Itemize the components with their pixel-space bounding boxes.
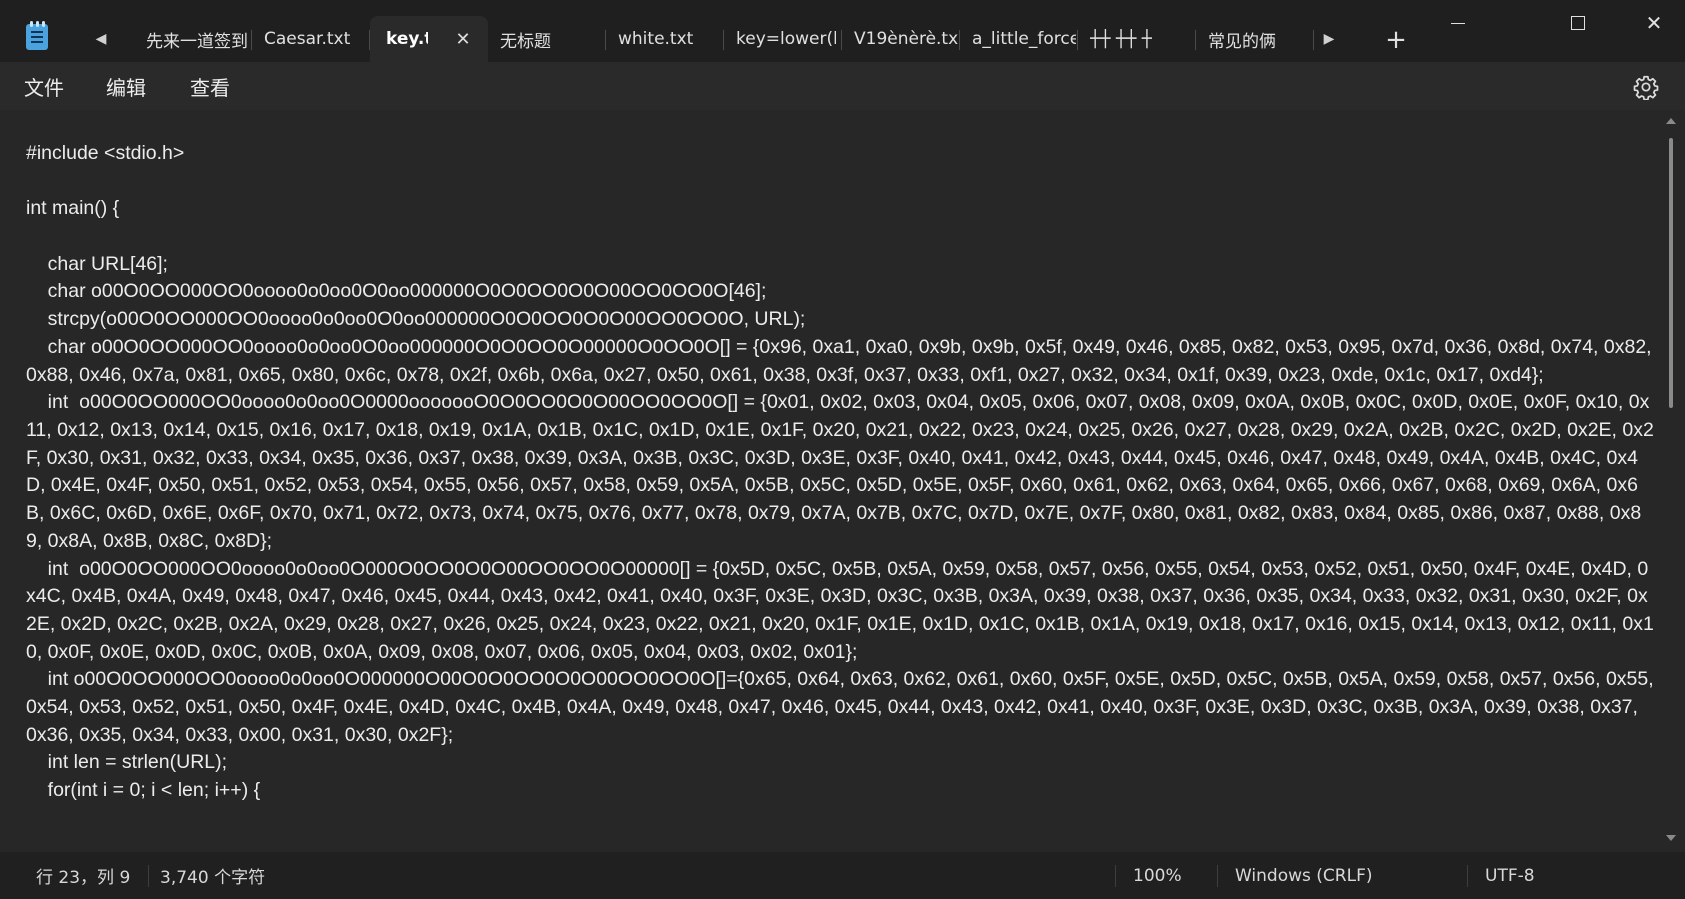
new-tab-button[interactable]: + [1380, 24, 1412, 56]
tab-label: 常见的俩 [1208, 31, 1276, 52]
code-line: #include <stdio.h> [26, 142, 185, 164]
status-bar: 行 23，列 9 3,740 个字符 100% Windows (CRLF) U… [0, 852, 1685, 899]
chevron-right-icon: ▶ [1323, 31, 1335, 47]
tab-label: 无标题 [500, 31, 551, 52]
status-cursor-position[interactable]: 行 23，列 9 [18, 852, 130, 899]
code-line: for(int i = 0; i < len; i++) { [26, 779, 261, 802]
code-line: int len = strlen(URL); [26, 751, 228, 774]
notepad-icon [26, 21, 48, 50]
plus-icon: + [1385, 25, 1407, 55]
code-line: strcpy(o00O0OO000OO0oooo0o0oo0O0oo000000… [26, 308, 806, 331]
status-encoding[interactable]: UTF-8 [1467, 852, 1535, 899]
tab-scroll-right-button[interactable]: ▶ [1314, 24, 1344, 54]
tab-label: ┼┼ ┼┼ ┼ [1090, 29, 1152, 49]
tab-3[interactable]: 无标题 [488, 16, 606, 62]
menu-file[interactable]: 文件 [24, 72, 64, 100]
minimize-button[interactable] [1428, 0, 1488, 46]
tab-close-button[interactable]: ✕ [452, 28, 474, 50]
notepad-window: ◀ 先来一道签到 Caesar.txt key.txt ✕ 无标题 white.… [0, 0, 1685, 899]
menu-edit[interactable]: 编辑 [106, 72, 146, 100]
status-line-ending[interactable]: Windows (CRLF) [1217, 852, 1373, 899]
text-editor[interactable]: #include <stdio.h> int main() { char URL[… [0, 110, 1685, 852]
maximize-button[interactable] [1561, 0, 1595, 46]
code-line: int o00O0OO000OO0oooo0o0oo0O000O0OO0O0O0… [26, 557, 1654, 663]
code-line: char o00O0OO000OO0oooo0o0oo0O0oo000000O0… [26, 280, 767, 303]
tab-label: key=lower(k [736, 29, 836, 49]
tab-label: Caesar.txt [264, 29, 351, 49]
tab-label: V19ènèrè.txt [854, 29, 958, 49]
tab-scroll-left-button[interactable]: ◀ [86, 24, 116, 54]
editor-text-content[interactable]: #include <stdio.h> int main() { char URL[… [26, 140, 1654, 805]
tab-7[interactable]: a_little_force [960, 16, 1078, 62]
tab-key-txt-active[interactable]: key.txt ✕ [370, 16, 488, 62]
tab-1[interactable]: Caesar.txt [252, 16, 370, 62]
tab-label: white.txt [618, 29, 694, 49]
tab-label: key.txt [386, 29, 428, 49]
tab-6[interactable]: V19ènèrè.txt [842, 16, 960, 62]
scroll-down-arrow-icon[interactable] [1666, 835, 1676, 841]
menu-bar: 文件 编辑 查看 [0, 62, 1685, 110]
minimize-icon [1451, 22, 1465, 24]
close-icon: ✕ [455, 28, 471, 50]
tab-label: 先来一道签到 [146, 31, 248, 52]
tab-label: a_little_force [972, 29, 1076, 49]
settings-gear-icon[interactable] [1633, 74, 1659, 100]
scroll-up-arrow-icon[interactable] [1666, 118, 1676, 124]
tab-8[interactable]: ┼┼ ┼┼ ┼ [1078, 16, 1196, 62]
code-line: int main() { [26, 197, 120, 220]
menu-view[interactable]: 查看 [190, 72, 230, 100]
code-line: char o00O0OO000OO0oooo0o0oo0O0oo000000O0… [26, 335, 1657, 386]
tab-strip: 先来一道签到 Caesar.txt key.txt ✕ 无标题 white.tx… [134, 16, 1319, 62]
tab-4[interactable]: white.txt [606, 16, 724, 62]
code-line: int o00O0OO000OO0oooo0o0oo0O000000O00O0O… [26, 668, 1660, 746]
maximize-icon [1571, 16, 1585, 30]
tab-0[interactable]: 先来一道签到 [134, 16, 252, 62]
tab-5[interactable]: key=lower(k [724, 16, 842, 62]
title-bar: ◀ 先来一道签到 Caesar.txt key.txt ✕ 无标题 white.… [0, 0, 1685, 62]
code-line: char URL[46]; [26, 252, 168, 275]
tab-9[interactable]: 常见的俩 [1196, 16, 1314, 62]
vertical-scrollbar-thumb[interactable] [1669, 138, 1673, 408]
close-window-button[interactable]: ✕ [1624, 0, 1684, 46]
status-char-count: 3,740 个字符 [160, 868, 266, 888]
chevron-left-icon: ◀ [95, 31, 107, 47]
status-zoom[interactable]: 100% [1115, 852, 1182, 899]
code-line: int o00O0OO000OO0oooo0o0oo0O0000ooooooO0… [26, 391, 1654, 552]
close-icon: ✕ [1645, 11, 1663, 35]
